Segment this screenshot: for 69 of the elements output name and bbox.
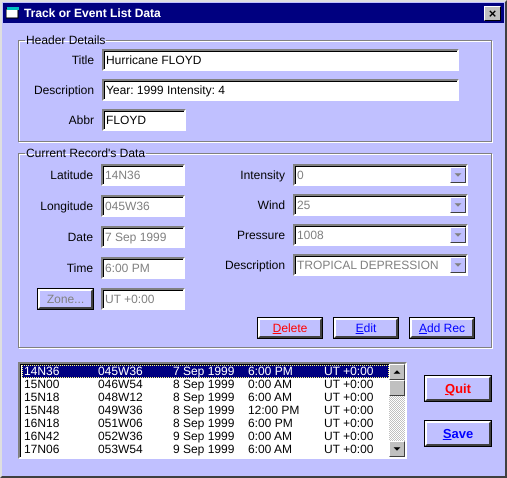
list-cell-text: 9 Sep 1999: [173, 430, 236, 443]
list-cell-text: 15N48: [24, 404, 60, 417]
list-cell-text: 7 Sep 1999: [173, 365, 236, 378]
list-cell-text: 8 Sep 1999: [173, 391, 236, 404]
input-field[interactable]: Year: 1999 Intensity: 4: [102, 79, 459, 101]
scroll-bar[interactable]: [389, 364, 405, 457]
input-field[interactable]: Hurricane FLOYD: [102, 49, 459, 71]
list-row[interactable]: 15N48 049W36 8 Sep 1999 12:00 PM UT +0:00: [22, 404, 389, 417]
list-cell-text: 16N42: [24, 430, 60, 443]
list-cell-text: 0:00 AM: [248, 378, 294, 391]
field-label: Title: [70, 53, 94, 67]
list-cell-text: UT +0:00: [324, 378, 374, 391]
group-title: Header Details: [25, 33, 106, 47]
field-label: Pressure: [236, 228, 285, 242]
list-cell-text: 6:00 AM: [248, 443, 294, 456]
list-cell-text: 053W54: [98, 443, 144, 456]
list-cell-text: UT +0:00: [324, 365, 374, 378]
list-cell-text: UT +0:00: [324, 391, 374, 404]
list-cell-text: 8 Sep 1999: [173, 378, 236, 391]
field-label: Date: [66, 230, 93, 244]
list-row[interactable]: 15N18 048W12 8 Sep 1999 6:00 AM UT +0:00: [22, 391, 389, 404]
list-cell-text: 17N06: [24, 443, 60, 456]
list-cell-text: 045W36: [98, 365, 144, 378]
close-button[interactable]: ×: [484, 6, 501, 20]
record-list[interactable]: [18, 362, 407, 459]
list-cell-text: 15N18: [24, 391, 60, 404]
field-label: Description: [224, 258, 285, 272]
list-cell-text: 051W06: [98, 417, 144, 430]
list-cell-text: 16N18: [24, 417, 60, 430]
list-cell-text: 14N36: [24, 365, 60, 378]
scroll-up-icon[interactable]: [389, 364, 405, 380]
field-label: Wind: [256, 198, 285, 212]
list-cell-text: UT +0:00: [324, 417, 374, 430]
list-cell-text: 6:00 PM: [248, 417, 294, 430]
list-cell-text: UT +0:00: [324, 430, 374, 443]
list-cell-text: 15N00: [24, 378, 60, 391]
scroll-down-icon[interactable]: [389, 441, 405, 457]
list-cell-text: 6:00 AM: [248, 391, 294, 404]
field-label: Longitude: [39, 199, 93, 213]
list-cell-text: 052W36: [98, 430, 144, 443]
input-field[interactable]: FLOYD: [102, 109, 186, 131]
list-row[interactable]: 14N36 045W36 7 Sep 1999 6:00 PM UT +0:00: [22, 365, 389, 378]
field-label: Time: [66, 261, 93, 275]
list-row[interactable]: 16N42 052W36 9 Sep 1999 0:00 AM UT +0:00: [22, 430, 389, 443]
list-cell-text: 12:00 PM: [248, 404, 300, 417]
list-cell-text: 0:00 AM: [248, 430, 294, 443]
list-cell-text: 8 Sep 1999: [173, 404, 236, 417]
field-label: Description: [32, 83, 94, 97]
list-cell-text: 046W54: [98, 378, 144, 391]
list-cell-text: UT +0:00: [324, 404, 374, 417]
group-title: Current Record's Data: [25, 146, 146, 160]
window-icon: [6, 7, 20, 19]
window-title: Track or Event List Data: [24, 6, 162, 20]
list-cell-text: UT +0:00: [324, 443, 374, 456]
scroll-thumb[interactable]: [389, 380, 405, 396]
list-cell-text: 049W36: [98, 404, 144, 417]
field-label: Intensity: [239, 168, 285, 182]
action-button[interactable]: Add Rec: [410, 318, 474, 338]
field-label: Abbr: [68, 113, 94, 127]
list-cell-text: 6:00 PM: [248, 365, 294, 378]
list-row[interactable]: 17N06 053W54 9 Sep 1999 6:00 AM UT +0:00: [22, 443, 389, 456]
list-row[interactable]: 15N00 046W54 8 Sep 1999 0:00 AM UT +0:00: [22, 378, 389, 391]
list-cell-text: 9 Sep 1999: [173, 443, 236, 456]
action-button[interactable]: Save: [425, 421, 491, 446]
field-label: Latitude: [49, 168, 93, 182]
list-row[interactable]: 16N18 051W06 8 Sep 1999 6:00 PM UT +0:00: [22, 417, 389, 430]
list-cell-text: 048W12: [98, 391, 144, 404]
list-cell-text: 8 Sep 1999: [173, 417, 236, 430]
action-button[interactable]: Edit: [334, 318, 398, 338]
